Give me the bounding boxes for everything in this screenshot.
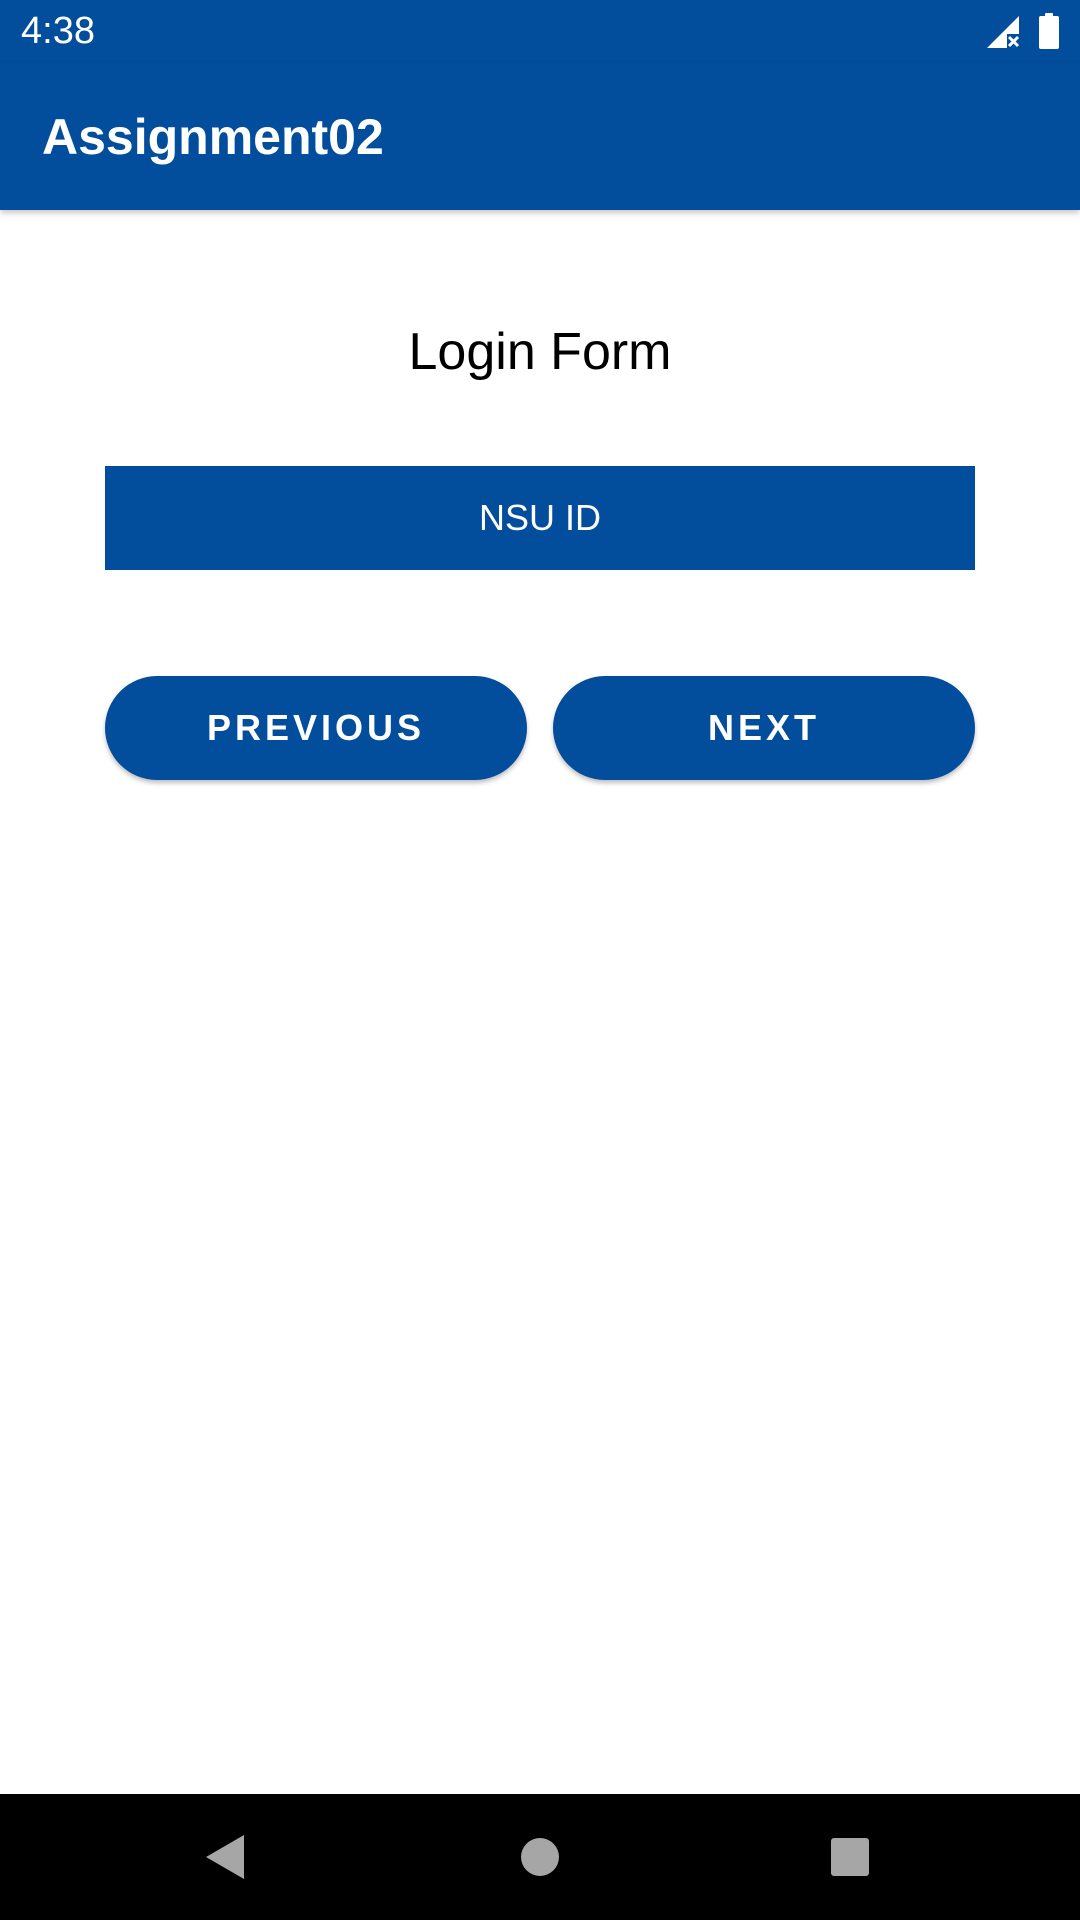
previous-button[interactable]: PREVIOUS bbox=[105, 676, 527, 780]
battery-icon bbox=[1039, 13, 1059, 49]
screen: 4:38 Assignment02 Login Form PREVIOUS NE… bbox=[0, 0, 1080, 1920]
status-bar: 4:38 bbox=[0, 0, 1080, 63]
recents-button[interactable] bbox=[817, 1824, 883, 1890]
next-button[interactable]: NEXT bbox=[553, 676, 975, 780]
recents-icon bbox=[831, 1838, 869, 1876]
home-button[interactable] bbox=[507, 1824, 573, 1890]
signal-no-data-icon bbox=[987, 16, 1020, 48]
navigation-bar bbox=[0, 1794, 1080, 1920]
form-title: Login Form bbox=[408, 323, 672, 381]
back-icon bbox=[206, 1835, 244, 1879]
home-icon bbox=[521, 1838, 559, 1876]
back-button[interactable] bbox=[193, 1824, 259, 1890]
app-bar: Assignment02 bbox=[0, 63, 1080, 210]
status-time: 4:38 bbox=[21, 10, 95, 52]
app-title: Assignment02 bbox=[42, 109, 384, 165]
nsu-id-field[interactable] bbox=[105, 466, 975, 570]
